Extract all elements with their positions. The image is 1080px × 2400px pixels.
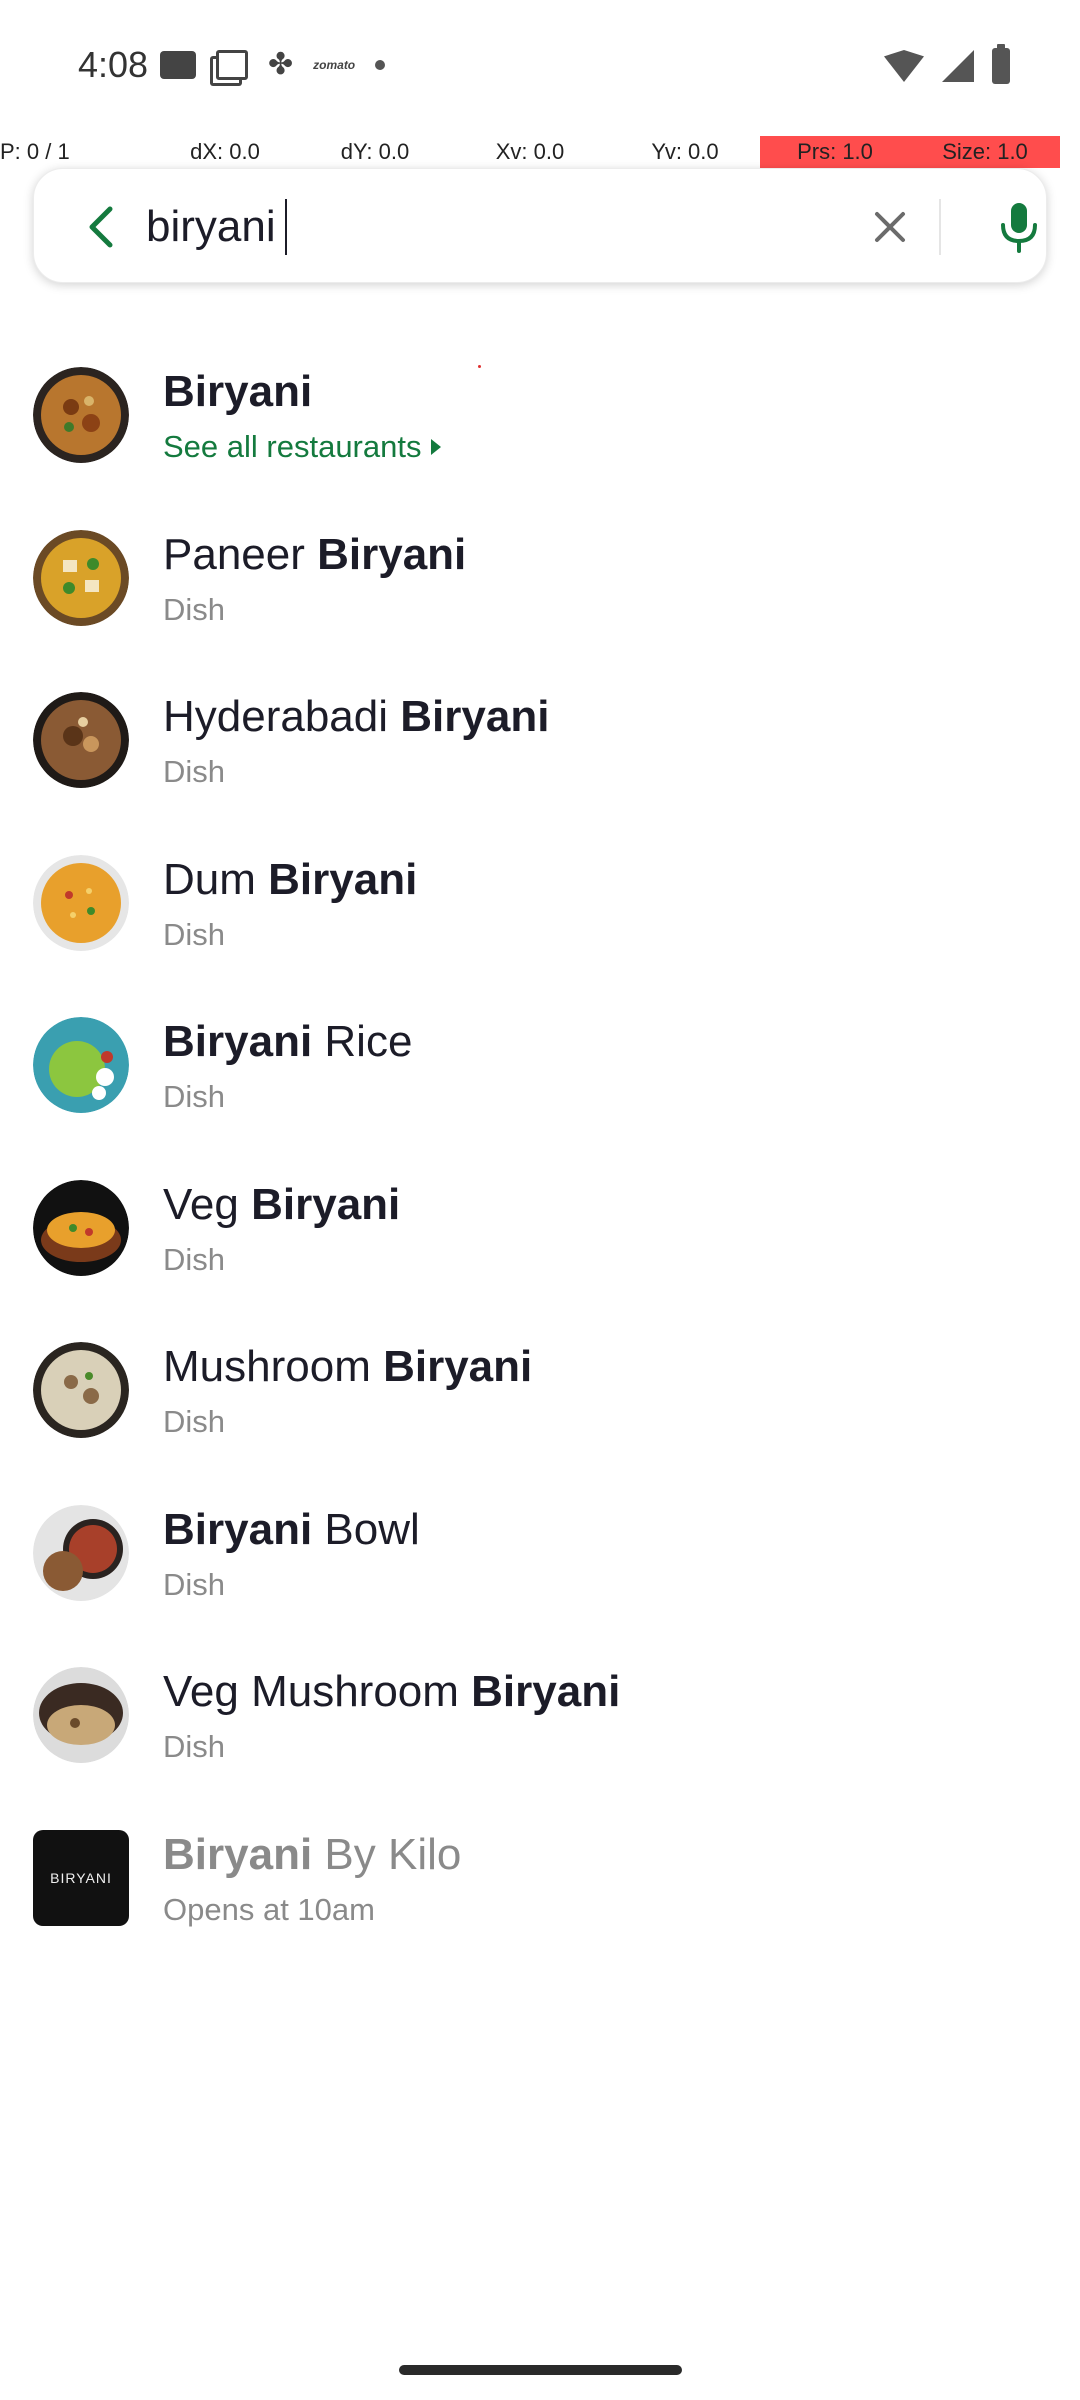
suggestion-biryani-rice[interactable]: Biryani Rice Dish xyxy=(0,997,1080,1160)
debug-pressure: Prs: 1.0 xyxy=(760,136,910,168)
zomato-icon: zomato xyxy=(313,58,356,72)
suggestion-biryani-by-kilo[interactable]: BIRYANI Biryani By Kilo Opens at 10am xyxy=(0,1810,1080,1973)
pinwheel-icon: ✤ xyxy=(268,48,294,81)
suggestion-type: Dish xyxy=(163,916,226,952)
suggestion-biryani-category[interactable]: Biryani See all restaurants xyxy=(0,347,1080,510)
search-bar xyxy=(33,168,1047,283)
battery-icon xyxy=(992,44,1010,84)
suggestion-type: Dish xyxy=(163,1404,226,1439)
debug-dy: dY: 0.0 xyxy=(340,139,410,164)
text-caret xyxy=(285,199,287,255)
suggestion-type: Dish xyxy=(163,1079,226,1114)
see-all-restaurants-link[interactable]: See all restaurants xyxy=(163,429,442,465)
opening-time: Opens at 10am xyxy=(163,1891,375,1927)
suggestion-hyderabadi-biryani[interactable]: Hyderabadi Biryani Dish xyxy=(0,672,1080,835)
suggestion-paneer-biryani[interactable]: Paneer Biryani Dish xyxy=(0,510,1080,673)
food-thumbnail xyxy=(33,1179,129,1276)
suggestion-title: Mushroom Biryani xyxy=(163,1342,533,1391)
gesture-nav-handle[interactable] xyxy=(399,2365,682,2375)
food-thumbnail xyxy=(33,854,129,951)
debug-yv: Yv: 0.0 xyxy=(651,139,719,164)
suggestion-title: Dum Biryani xyxy=(163,854,418,904)
restaurant-logo: BIRYANI xyxy=(33,1829,129,1926)
suggestion-title: Biryani Bowl xyxy=(163,1504,420,1554)
signal-icon xyxy=(942,50,974,82)
suggestion-type: Dish xyxy=(163,1566,226,1602)
food-thumbnail xyxy=(33,367,129,463)
back-button[interactable] xyxy=(74,199,130,255)
mic-icon xyxy=(1001,203,1037,253)
system-icons xyxy=(884,44,1010,84)
suggestion-veg-mushroom-biryani[interactable]: Veg Mushroom Biryani Dish xyxy=(0,1647,1080,1810)
search-divider xyxy=(939,199,941,255)
food-thumbnail xyxy=(33,1342,129,1438)
food-thumbnail xyxy=(33,1504,129,1601)
wifi-icon xyxy=(884,50,924,82)
food-thumbnail xyxy=(33,529,129,626)
media-icon xyxy=(160,51,196,79)
suggestion-type: Dish xyxy=(163,754,226,789)
suggestion-type: Dish xyxy=(163,1729,226,1764)
food-thumbnail xyxy=(33,1667,129,1763)
chevron-right-icon xyxy=(431,439,442,455)
search-input[interactable] xyxy=(146,193,866,261)
suggestion-title: Biryani xyxy=(163,367,313,416)
copy-icon xyxy=(216,50,248,80)
suggestion-type: Dish xyxy=(163,1241,226,1277)
debug-size: Size: 1.0 xyxy=(910,136,1060,168)
food-thumbnail xyxy=(33,692,129,788)
debug-xv: Xv: 0.0 xyxy=(495,139,565,164)
status-bar: 4:08 ✤ zomato xyxy=(0,0,1080,130)
debug-pointer: P: 0 / 1 xyxy=(0,139,70,164)
suggestion-veg-biryani[interactable]: Veg Biryani Dish xyxy=(0,1160,1080,1323)
suggestion-title: Hyderabadi Biryani xyxy=(163,692,550,741)
close-icon xyxy=(875,212,905,242)
suggestions-list: Biryani See all restaurants Paneer Birya… xyxy=(0,347,1080,1972)
suggestion-title: Veg Biryani xyxy=(163,1179,401,1229)
suggestion-biryani-bowl[interactable]: Biryani Bowl Dish xyxy=(0,1485,1080,1648)
voice-search-button[interactable] xyxy=(989,197,1049,257)
suggestion-dum-biryani[interactable]: Dum Biryani Dish xyxy=(0,835,1080,998)
dot-icon xyxy=(375,60,386,70)
back-arrow-icon xyxy=(89,206,113,248)
food-thumbnail xyxy=(33,1017,129,1113)
suggestion-mushroom-biryani[interactable]: Mushroom Biryani Dish xyxy=(0,1322,1080,1485)
pointer-location-overlay: P: 0 / 1 dX: 0.0 dY: 0.0 Xv: 0.0 Yv: 0.0… xyxy=(0,136,1080,168)
debug-dx: dX: 0.0 xyxy=(190,139,260,164)
suggestion-title: Paneer Biryani xyxy=(163,529,467,579)
clear-button[interactable] xyxy=(866,203,914,251)
status-time: 4:08 xyxy=(78,44,149,85)
suggestion-type: Dish xyxy=(163,591,226,627)
suggestion-title: Biryani Rice xyxy=(163,1017,413,1066)
notification-icons: ✤ zomato xyxy=(160,48,386,81)
suggestion-title: Biryani By Kilo xyxy=(163,1829,462,1879)
suggestion-title: Veg Mushroom Biryani xyxy=(163,1667,621,1716)
